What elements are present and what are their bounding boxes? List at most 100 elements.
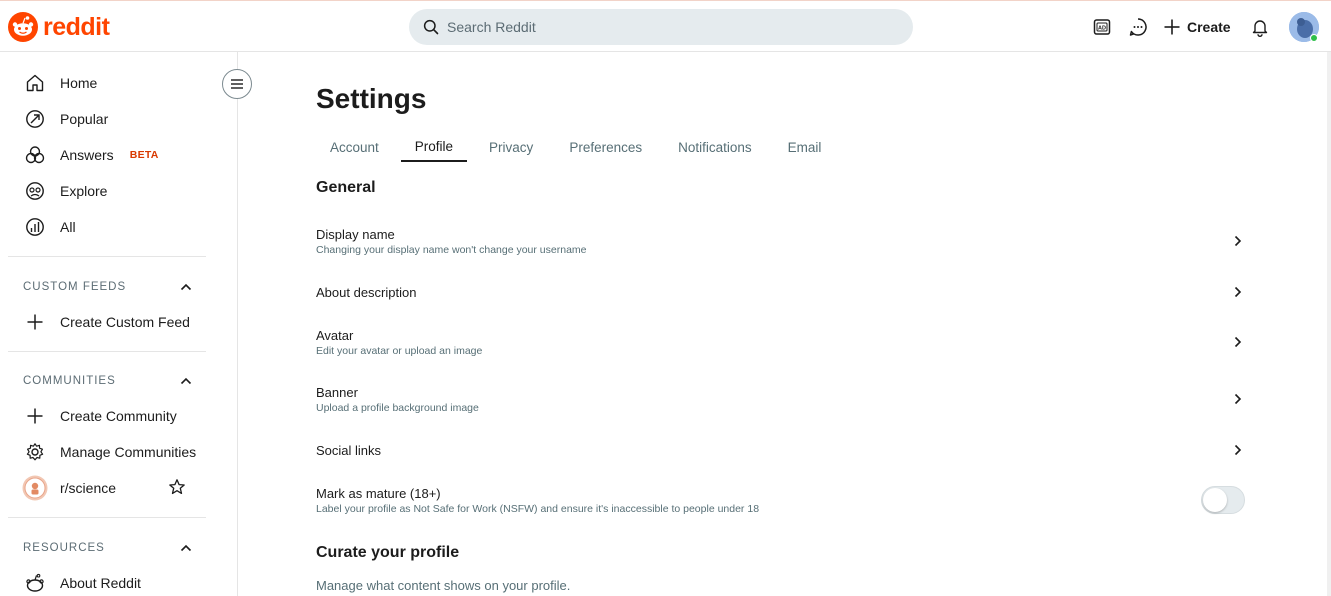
setting-row-about-description[interactable]: About description xyxy=(316,283,1246,301)
advertise-icon: AD xyxy=(1093,19,1111,35)
chevron-right-icon xyxy=(1230,391,1246,407)
sidebar-item-label: Create Community xyxy=(60,408,177,424)
chevron-up-icon xyxy=(180,283,192,291)
reddit-alien-icon xyxy=(24,572,46,594)
row-text: Avatar Edit your avatar or upload an ima… xyxy=(316,327,482,358)
create-button[interactable]: Create xyxy=(1163,14,1231,40)
sidebar-item-create-custom-feed[interactable]: Create Custom Feed xyxy=(24,308,190,336)
search-input[interactable] xyxy=(447,19,887,35)
answers-icon xyxy=(24,144,46,166)
sidebar-divider xyxy=(8,256,206,257)
sidebar-item-label: r/science xyxy=(60,480,117,496)
row-desc: Edit your avatar or upload an image xyxy=(316,344,483,357)
tab-profile[interactable]: Profile xyxy=(400,132,468,162)
curate-description: Manage what content shows on your profil… xyxy=(316,578,571,593)
mature-toggle[interactable] xyxy=(1201,486,1245,514)
notifications-button[interactable] xyxy=(1248,15,1272,39)
plus-icon xyxy=(1164,19,1180,35)
row-desc: Changing your display name won't change … xyxy=(316,243,587,256)
bell-icon xyxy=(1252,20,1268,37)
tab-notifications[interactable]: Notifications xyxy=(664,132,766,162)
all-icon xyxy=(24,216,46,238)
home-icon xyxy=(24,72,46,94)
toggle-knob xyxy=(1203,488,1227,512)
row-label: Banner xyxy=(316,384,358,400)
setting-row-display-name[interactable]: Display name Changing your display name … xyxy=(316,225,1246,257)
row-label: Social links xyxy=(316,442,382,458)
tab-email[interactable]: Email xyxy=(774,132,836,162)
sidebar-item-about-reddit[interactable]: About Reddit xyxy=(24,569,141,596)
plus-icon xyxy=(24,311,46,333)
reddit-logo[interactable]: reddit xyxy=(8,12,110,42)
row-desc: Label your profile as Not Safe for Work … xyxy=(316,502,760,515)
chevron-right-icon xyxy=(1230,334,1246,350)
setting-row-banner[interactable]: Banner Upload a profile background image xyxy=(316,383,1246,415)
search-icon xyxy=(423,19,439,35)
row-label: Display name xyxy=(316,226,395,242)
sidebar-item-r-science[interactable]: r/science xyxy=(22,474,190,502)
sidebar-item-create-community[interactable]: Create Community xyxy=(24,402,177,430)
setting-row-avatar[interactable]: Avatar Edit your avatar or upload an ima… xyxy=(316,326,1246,358)
sidebar-item-home[interactable]: Home xyxy=(24,69,97,97)
communities-header[interactable]: COMMUNITIES xyxy=(23,371,193,391)
setting-row-mark-as-mature[interactable]: Mark as mature (18+) Label your profile … xyxy=(316,484,1245,516)
online-status-dot xyxy=(1310,34,1318,42)
sidebar-item-all[interactable]: All xyxy=(24,213,76,241)
section-title: CUSTOM FEEDS xyxy=(23,281,127,293)
row-label: About description xyxy=(316,284,417,300)
sidebar-item-popular[interactable]: Popular xyxy=(24,105,108,133)
sidebar-item-label: Popular xyxy=(60,111,109,127)
curate-section-title: Curate your profile xyxy=(316,544,460,561)
tab-account[interactable]: Account xyxy=(316,132,393,162)
page-scrollbar[interactable] xyxy=(1327,52,1331,596)
svg-text:AD: AD xyxy=(1098,25,1106,31)
row-text: Mark as mature (18+) Label your profile … xyxy=(316,485,759,516)
create-label: Create xyxy=(1187,19,1231,35)
sidebar-item-label: About Reddit xyxy=(60,575,141,591)
chevron-up-icon xyxy=(180,377,192,385)
sidebar-item-explore[interactable]: Explore xyxy=(24,177,107,205)
reddit-wordmark: reddit xyxy=(43,13,110,41)
gear-icon xyxy=(24,441,46,463)
settings-tabs: Account Profile Privacy Preferences Noti… xyxy=(316,132,843,164)
community-avatar xyxy=(22,475,48,501)
general-section-title: General xyxy=(316,179,376,196)
sidebar-divider xyxy=(8,351,206,352)
row-label: Mark as mature (18+) xyxy=(316,485,441,501)
resources-header[interactable]: RESOURCES xyxy=(23,538,193,558)
row-text: Banner Upload a profile background image xyxy=(316,384,479,415)
explore-icon xyxy=(24,180,46,202)
sidebar-item-label: Home xyxy=(60,75,98,91)
row-text: Display name Changing your display name … xyxy=(316,226,587,257)
row-label: Avatar xyxy=(316,327,354,343)
tab-privacy[interactable]: Privacy xyxy=(475,132,547,162)
chevron-right-icon xyxy=(1230,233,1246,249)
top-bar: reddit AD Create xyxy=(0,0,1331,52)
custom-feeds-header[interactable]: CUSTOM FEEDS xyxy=(23,277,193,297)
star-icon[interactable] xyxy=(168,478,186,499)
chevron-right-icon xyxy=(1230,284,1246,300)
chat-icon xyxy=(1129,18,1147,36)
sidebar-divider xyxy=(8,517,206,518)
setting-row-social-links[interactable]: Social links xyxy=(316,441,1246,459)
chevron-right-icon xyxy=(1230,442,1246,458)
sidebar-item-manage-communities[interactable]: Manage Communities xyxy=(24,438,196,466)
search-bar[interactable] xyxy=(409,9,913,45)
row-text: About description xyxy=(316,284,416,301)
sidebar-item-answers[interactable]: Answers BETA xyxy=(24,141,159,169)
plus-icon xyxy=(24,405,46,427)
sidebar-item-label: All xyxy=(60,219,76,235)
popular-icon xyxy=(24,108,46,130)
sidebar-item-label: Explore xyxy=(60,183,108,199)
section-title: COMMUNITIES xyxy=(23,375,116,387)
menu-icon xyxy=(231,79,243,89)
chat-button[interactable] xyxy=(1126,15,1150,39)
advertise-button[interactable]: AD xyxy=(1090,15,1114,39)
tab-preferences[interactable]: Preferences xyxy=(555,132,656,162)
left-sidebar: Home Popular Answers BETA Explore All CU… xyxy=(0,52,238,596)
collapse-sidebar-button[interactable] xyxy=(222,69,252,99)
beta-badge: BETA xyxy=(129,149,159,161)
row-text: Social links xyxy=(316,442,381,459)
sidebar-item-label: Manage Communities xyxy=(60,444,197,460)
sidebar-item-label: Create Custom Feed xyxy=(60,314,190,330)
